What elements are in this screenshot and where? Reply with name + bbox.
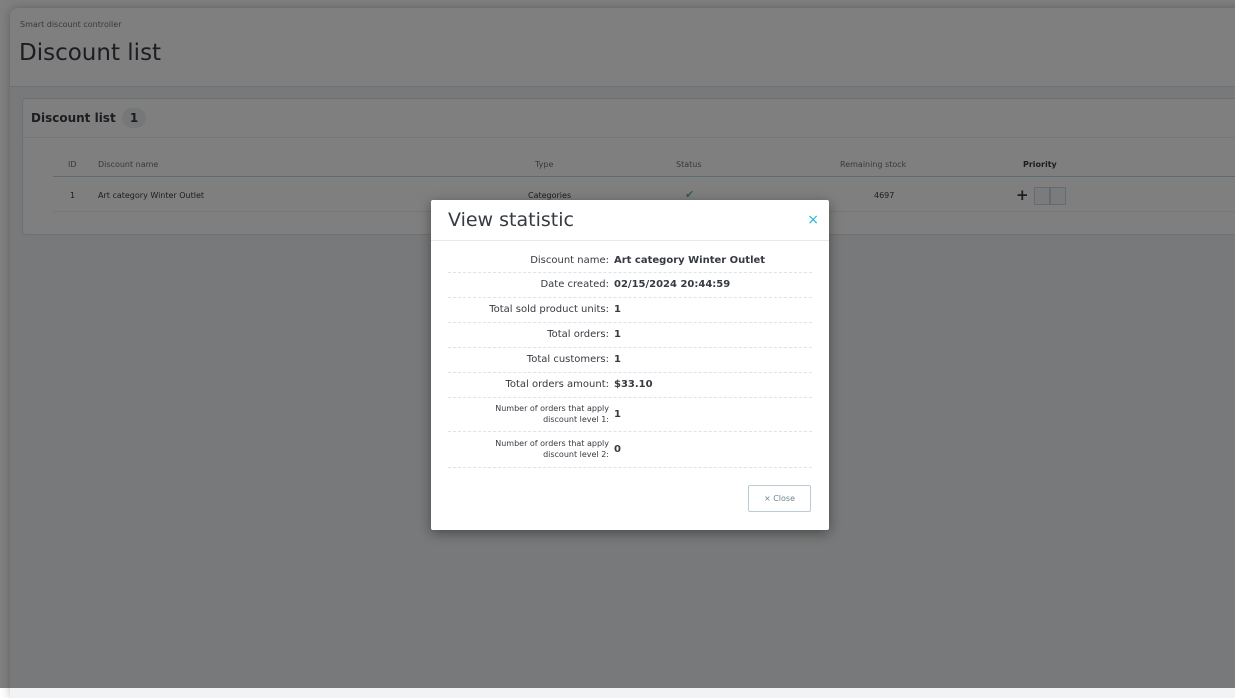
stat-row-date-created: Date created: 02/15/2024 20:44:59 xyxy=(448,273,812,298)
stat-value: 0 xyxy=(614,444,621,455)
stat-value: 1 xyxy=(614,409,621,420)
close-button[interactable]: × Close xyxy=(748,485,811,512)
stat-label: Number of orders that apply discount lev… xyxy=(495,439,609,459)
stat-label: Total sold product units: xyxy=(489,304,609,315)
stat-label: Total orders: xyxy=(547,329,609,340)
stat-value: 1 xyxy=(614,304,621,315)
stat-label: Date created: xyxy=(540,279,609,290)
stat-value: 02/15/2024 20:44:59 xyxy=(614,279,731,290)
stat-label: Total customers: xyxy=(526,354,609,365)
stat-value: 1 xyxy=(614,329,621,340)
stat-value: 1 xyxy=(614,354,621,365)
stat-label: Discount name: xyxy=(530,255,609,266)
stat-row-discount-level-1: Number of orders that apply discount lev… xyxy=(448,398,812,432)
view-statistic-modal: View statistic × Discount name: Art cate… xyxy=(431,200,829,530)
stat-row-total-orders: Total orders: 1 xyxy=(448,323,812,348)
stat-row-discount-level-2: Number of orders that apply discount lev… xyxy=(448,433,812,468)
stat-label: Total orders amount: xyxy=(505,379,609,390)
modal-header-divider xyxy=(431,240,829,241)
stat-value: Art category Winter Outlet xyxy=(614,255,766,266)
stat-row-discount-name: Discount name: Art category Winter Outle… xyxy=(448,250,812,273)
modal-title: View statistic xyxy=(448,209,574,231)
stat-value: $33.10 xyxy=(614,379,653,390)
close-icon[interactable]: × xyxy=(807,212,819,228)
stat-row-total-orders-amount: Total orders amount: $33.10 xyxy=(448,373,812,398)
stat-row-total-sold-units: Total sold product units: 1 xyxy=(448,298,812,323)
stat-label: Number of orders that apply discount lev… xyxy=(495,404,609,424)
stat-row-total-customers: Total customers: 1 xyxy=(448,348,812,373)
